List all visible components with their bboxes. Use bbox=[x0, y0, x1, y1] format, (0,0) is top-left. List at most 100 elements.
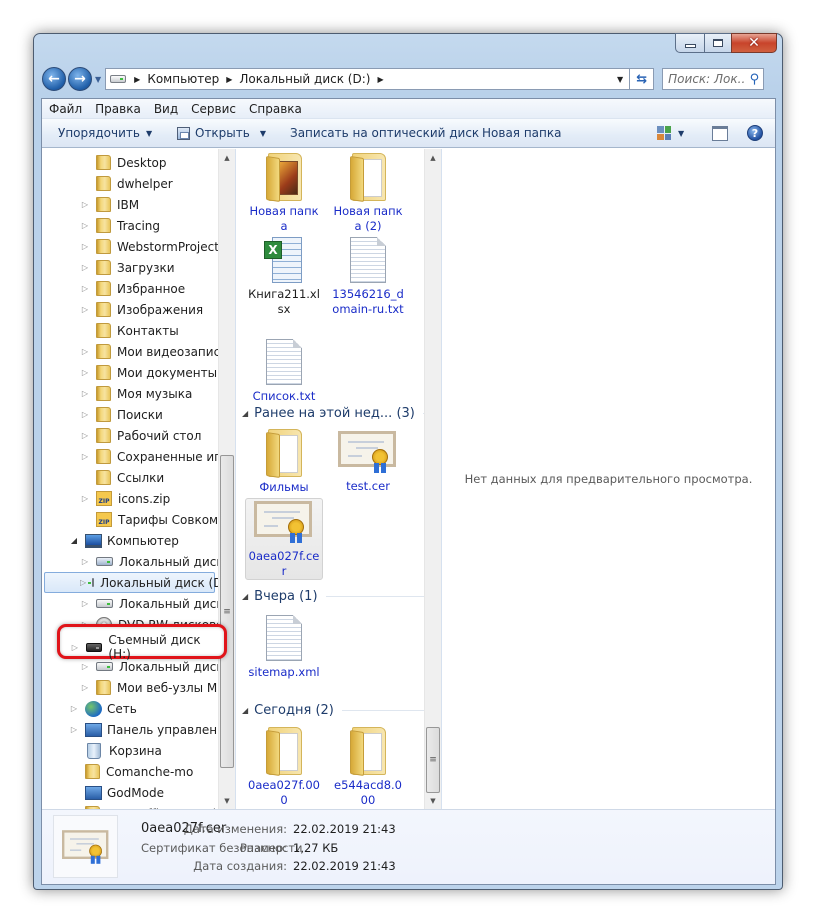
group-header[interactable]: ◢ Ранее на этой нед... (3) bbox=[242, 404, 431, 422]
expand-icon[interactable]: ▷ bbox=[80, 494, 90, 503]
tree-item[interactable]: ▷ Рабочий стол bbox=[42, 425, 201, 446]
breadcrumb-drive-d[interactable]: Локальный диск (D:) bbox=[239, 72, 370, 86]
file-item[interactable]: test.cer bbox=[329, 429, 407, 494]
content-scrollbar[interactable]: ▲ ≡ ▼ bbox=[424, 149, 441, 809]
open-button[interactable]: Открыть ▼ bbox=[177, 126, 266, 140]
tree-item[interactable]: GodMode bbox=[42, 782, 164, 803]
tree-item[interactable]: ▷ Мои документы bbox=[42, 362, 217, 383]
expand-icon[interactable]: ▷ bbox=[80, 599, 90, 608]
tree-item[interactable]: Контакты bbox=[42, 320, 179, 341]
tree-item[interactable]: ▷ Моя музыка bbox=[42, 383, 192, 404]
burn-button[interactable]: Записать на оптический диск bbox=[290, 126, 479, 140]
forward-button[interactable]: → bbox=[68, 67, 92, 91]
group-header[interactable]: ◢ Вчера (1) bbox=[242, 587, 431, 605]
tree-item[interactable]: ▷ Изображения bbox=[42, 299, 203, 320]
tree-item[interactable]: ▷ Панель управления bbox=[42, 719, 232, 740]
file-item[interactable]: e544acd8.000 bbox=[329, 727, 407, 808]
address-dropdown-icon[interactable]: ▼ bbox=[617, 75, 623, 84]
tree-item[interactable]: ▷ WebstormProjects bbox=[42, 236, 225, 257]
expand-icon[interactable]: ▷ bbox=[69, 704, 79, 713]
chevron-right-icon[interactable]: ▶ bbox=[377, 75, 383, 84]
chevron-right-icon[interactable]: ▶ bbox=[134, 75, 140, 84]
tree-item[interactable]: Desktop bbox=[42, 152, 167, 173]
menu-tools[interactable]: Сервис bbox=[191, 102, 236, 116]
collapse-icon[interactable]: ◢ bbox=[242, 409, 248, 418]
scroll-down-icon[interactable]: ▼ bbox=[425, 792, 441, 809]
tree-item[interactable]: ▷ Мои видеозаписи bbox=[42, 341, 228, 362]
change-view-button[interactable] bbox=[657, 126, 671, 140]
expand-icon[interactable]: ▷ bbox=[80, 347, 90, 356]
expand-icon[interactable]: ▷ bbox=[69, 725, 79, 734]
tree-item[interactable]: ▷ Локальный диск (D:) bbox=[44, 572, 231, 593]
minimize-button[interactable] bbox=[675, 33, 704, 53]
search-box[interactable]: ⚲ bbox=[662, 68, 765, 90]
expand-icon[interactable]: ▷ bbox=[80, 557, 90, 566]
search-icon[interactable]: ⚲ bbox=[750, 72, 760, 87]
refresh-button[interactable]: ⇆ bbox=[630, 68, 655, 90]
expand-icon[interactable]: ▷ bbox=[80, 221, 90, 230]
expand-icon[interactable]: ▷ bbox=[80, 683, 90, 692]
tree-item[interactable]: ◢ Компьютер bbox=[42, 530, 179, 551]
highlighted-removable-drive[interactable]: ▷ Съемный диск (H:) bbox=[70, 633, 224, 661]
expand-icon[interactable]: ▷ bbox=[80, 431, 90, 440]
tree-item[interactable]: Корзина bbox=[42, 740, 162, 761]
scroll-down-icon[interactable]: ▼ bbox=[219, 792, 235, 809]
breadcrumb-computer[interactable]: Компьютер bbox=[147, 72, 219, 86]
menu-view[interactable]: Вид bbox=[154, 102, 178, 116]
expand-icon[interactable]: ▷ bbox=[70, 643, 80, 652]
tree-item[interactable]: dwhelper bbox=[42, 173, 173, 194]
expand-icon[interactable]: ▷ bbox=[80, 263, 90, 272]
tree-item[interactable]: ▷ Поиски bbox=[42, 404, 163, 425]
expand-icon[interactable]: ▷ bbox=[80, 305, 90, 314]
chevron-right-icon[interactable]: ▶ bbox=[226, 75, 232, 84]
tree-item[interactable]: Comanche-mo bbox=[42, 761, 193, 782]
file-item[interactable]: 0aea027f.cer bbox=[245, 498, 323, 580]
tree-item[interactable]: ▷ Tracing bbox=[42, 215, 160, 236]
new-folder-button[interactable]: Новая папка bbox=[482, 126, 561, 140]
search-input[interactable] bbox=[668, 72, 745, 86]
file-item[interactable]: Список.txt bbox=[245, 339, 323, 404]
collapse-icon[interactable]: ◢ bbox=[69, 536, 79, 545]
tree-item[interactable]: ▷ Сохраненные игры bbox=[42, 446, 235, 467]
nav-scrollbar[interactable]: ▲ ≡ ▼ bbox=[218, 149, 235, 809]
scroll-thumb[interactable]: ≡ bbox=[220, 455, 234, 768]
group-header[interactable]: ◢ Сегодня (2) bbox=[242, 701, 431, 719]
expand-icon[interactable]: ▷ bbox=[80, 452, 90, 461]
expand-icon[interactable]: ▷ bbox=[80, 578, 86, 587]
file-item[interactable]: Новая папка bbox=[245, 153, 323, 234]
expand-icon[interactable]: ▷ bbox=[80, 389, 90, 398]
tree-item[interactable]: ZIP Тарифы Совкомбанк bbox=[42, 509, 235, 530]
address-bar[interactable]: ▶ Компьютер ▶ Локальный диск (D:) ▶ ▼ bbox=[105, 68, 631, 90]
chevron-down-icon[interactable]: ▼ bbox=[260, 129, 266, 138]
expand-icon[interactable]: ▷ bbox=[80, 662, 90, 671]
organize-button[interactable]: Упорядочить ▼ bbox=[58, 126, 152, 140]
tree-item[interactable]: ▷Локальный диск (C:) bbox=[42, 551, 235, 572]
tree-item[interactable]: ▷ Загрузки bbox=[42, 257, 175, 278]
scroll-thumb[interactable]: ≡ bbox=[426, 727, 440, 793]
tree-item[interactable]: ▷ IBM bbox=[42, 194, 139, 215]
tree-item[interactable]: ▷ Локальный диск (E:) bbox=[42, 593, 235, 614]
maximize-button[interactable] bbox=[704, 33, 731, 53]
back-button[interactable]: ← bbox=[42, 67, 66, 91]
expand-icon[interactable]: ▷ bbox=[80, 200, 90, 209]
file-item[interactable]: 0aea027f.000 bbox=[245, 727, 323, 808]
file-item[interactable]: Фильмы bbox=[245, 429, 323, 495]
tree-item[interactable]: ▷ Избранное bbox=[42, 278, 185, 299]
tree-item[interactable]: ▷ ZIP icons.zip bbox=[42, 488, 170, 509]
help-button[interactable]: ? bbox=[747, 125, 763, 141]
tree-item[interactable]: Ссылки bbox=[42, 467, 164, 488]
tree-item[interactable]: ▷ Сеть bbox=[42, 698, 137, 719]
menu-help[interactable]: Справка bbox=[249, 102, 302, 116]
expand-icon[interactable]: ▷ bbox=[80, 242, 90, 251]
menu-edit[interactable]: Правка bbox=[95, 102, 141, 116]
recent-pages-dropdown[interactable]: ▼ bbox=[95, 75, 101, 84]
collapse-icon[interactable]: ◢ bbox=[242, 706, 248, 715]
expand-icon[interactable]: ▷ bbox=[80, 410, 90, 419]
views-dropdown-icon[interactable]: ▼ bbox=[678, 129, 684, 138]
tree-item[interactable]: ▷ Мои веб-узлы MSN bbox=[42, 677, 234, 698]
scroll-up-icon[interactable]: ▲ bbox=[219, 149, 235, 166]
expand-icon[interactable]: ▷ bbox=[80, 284, 90, 293]
close-button[interactable]: ✕ bbox=[731, 33, 777, 53]
expand-icon[interactable]: ▷ bbox=[80, 368, 90, 377]
file-item[interactable]: X Книга211.xlsx bbox=[245, 237, 323, 317]
